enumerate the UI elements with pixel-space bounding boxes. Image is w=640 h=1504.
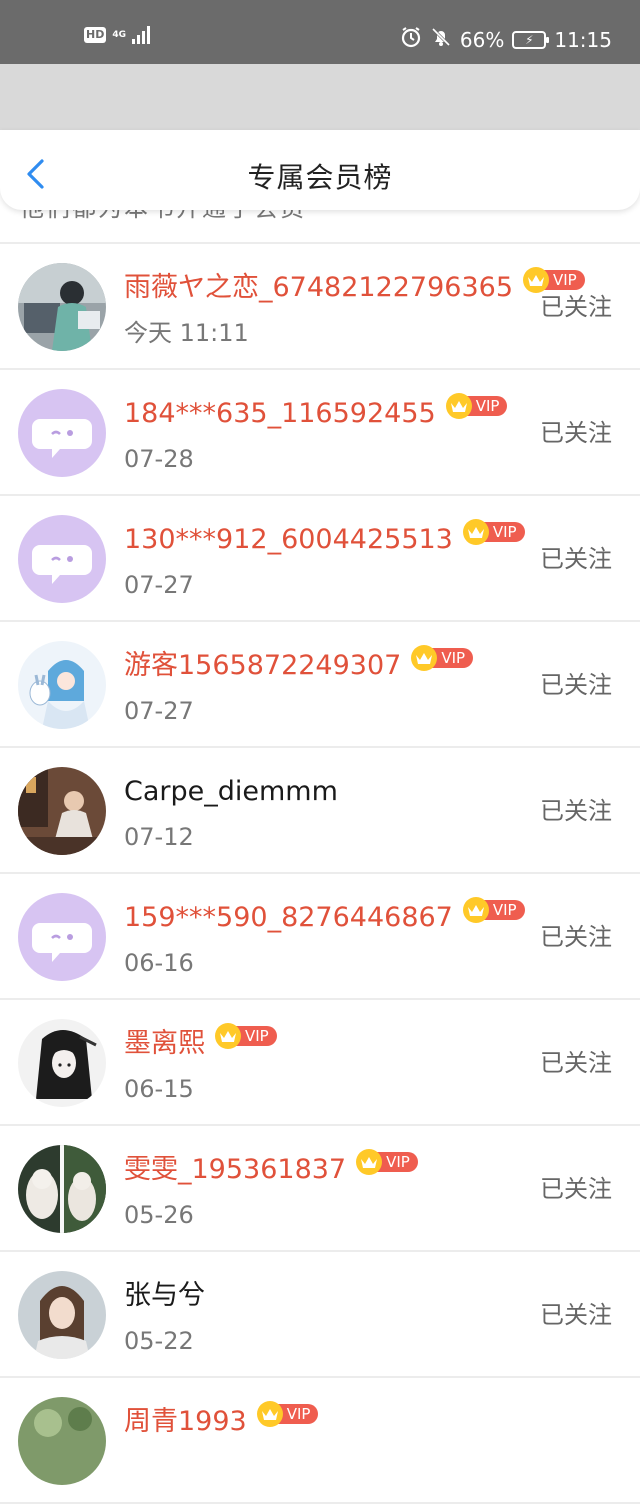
vip-badge: VIP — [462, 519, 525, 545]
member-row[interactable]: 130***912_6004425513 VIP 07-27 已关注 — [0, 496, 640, 622]
vip-badge: VIP — [462, 897, 525, 923]
follow-status-button[interactable]: 已关注 — [540, 670, 612, 700]
crown-icon — [256, 1401, 283, 1427]
follow-status-button[interactable]: 已关注 — [540, 292, 612, 322]
vip-badge: VIP — [523, 267, 585, 293]
vip-badge: VIP — [356, 1149, 418, 1175]
avatar[interactable] — [18, 389, 106, 477]
member-name[interactable]: Carpe_diemmm — [124, 774, 338, 810]
page-header: 专属会员榜 — [0, 130, 640, 210]
avatar[interactable] — [18, 1145, 106, 1233]
name-line: 墨离熙 VIP — [124, 1023, 277, 1062]
member-name[interactable]: 159***590_8276446867 — [124, 900, 453, 936]
network-label: 4G — [112, 29, 126, 40]
member-date: 06-16 — [124, 949, 194, 977]
member-date: 今天 11:11 — [124, 319, 249, 347]
follow-status-button[interactable]: 已关注 — [540, 418, 612, 448]
follow-status-button[interactable]: 已关注 — [540, 1300, 612, 1330]
name-line: Carpe_diemmm — [124, 774, 338, 810]
follow-status-button[interactable]: 已关注 — [540, 544, 612, 574]
vip-badge: VIP — [256, 1401, 319, 1427]
status-left: HD 4G — [84, 26, 150, 44]
member-row[interactable]: 184***635_116592455 VIP 07-28 已关注 — [0, 370, 640, 496]
member-row[interactable]: 雯雯_195361837 VIP 05-26 已关注 — [0, 1126, 640, 1252]
charging-battery-icon: ⚡ — [512, 30, 550, 49]
member-name[interactable]: 游客1565872249307 — [124, 648, 401, 684]
vip-badge: VIP — [411, 645, 474, 671]
crown-icon — [445, 393, 472, 419]
alarm-icon — [400, 26, 422, 53]
member-date: 07-12 — [124, 823, 194, 851]
member-row[interactable]: 墨离熙 VIP 06-15 已关注 — [0, 1000, 640, 1126]
member-name[interactable]: 周青1993 — [124, 1404, 247, 1440]
member-name[interactable]: 雨薇ヤ之恋_67482122796365 — [124, 270, 513, 306]
battery-percent: 66% — [459, 27, 505, 52]
avatar[interactable] — [18, 1019, 106, 1107]
status-bar: HD 4G 66% ⚡ 11:15 — [0, 0, 640, 64]
member-name[interactable]: 雯雯_195361837 — [124, 1152, 346, 1188]
status-right: 66% ⚡ 11:15 — [400, 26, 612, 53]
follow-status-button[interactable]: 已关注 — [540, 796, 612, 826]
member-row[interactable]: 游客1565872249307 VIP 07-27 已关注 — [0, 622, 640, 748]
follow-status-button[interactable]: 已关注 — [540, 1048, 612, 1078]
avatar[interactable] — [18, 641, 106, 729]
member-date: 07-27 — [124, 697, 194, 725]
name-line: 130***912_6004425513 VIP — [124, 519, 525, 558]
avatar[interactable] — [18, 1271, 106, 1359]
signal-bars-icon — [132, 26, 150, 44]
member-row[interactable]: 周青1993 VIP — [0, 1378, 640, 1504]
name-line: 雨薇ヤ之恋_67482122796365 VIP — [124, 267, 585, 306]
avatar[interactable] — [18, 263, 106, 351]
name-line: 雯雯_195361837 VIP — [124, 1149, 418, 1188]
avatar[interactable] — [18, 1397, 106, 1485]
member-name[interactable]: 184***635_116592455 — [124, 396, 436, 432]
crown-icon — [356, 1149, 383, 1175]
avatar[interactable] — [18, 767, 106, 855]
crown-icon — [523, 267, 549, 293]
top-banner-placeholder — [0, 64, 640, 132]
member-date: 05-22 — [124, 1327, 194, 1355]
vip-badge: VIP — [215, 1023, 277, 1049]
crown-icon — [462, 897, 489, 923]
member-row[interactable]: 雨薇ヤ之恋_67482122796365 VIP 今天 11:11 已关注 — [0, 244, 640, 370]
avatar[interactable] — [18, 515, 106, 603]
crown-icon — [215, 1023, 241, 1049]
name-line: 张与兮 — [124, 1278, 205, 1314]
name-line: 159***590_8276446867 VIP — [124, 897, 525, 936]
member-row[interactable]: 张与兮 05-22 已关注 — [0, 1252, 640, 1378]
member-date: 07-27 — [124, 571, 194, 599]
page-title: 专属会员榜 — [247, 161, 393, 194]
follow-status-button[interactable]: 已关注 — [540, 1174, 612, 1204]
follow-status-button[interactable]: 已关注 — [540, 922, 612, 952]
member-date: 06-15 — [124, 1075, 194, 1103]
clock: 11:15 — [554, 27, 612, 52]
name-line: 周青1993 VIP — [124, 1401, 319, 1440]
name-line: 184***635_116592455 VIP — [124, 393, 508, 432]
member-date: 05-26 — [124, 1201, 194, 1229]
member-name[interactable]: 墨离熙 — [124, 1026, 205, 1062]
vip-badge: VIP — [445, 393, 508, 419]
member-date: 07-28 — [124, 445, 194, 473]
crown-icon — [462, 519, 489, 545]
member-name[interactable]: 130***912_6004425513 — [124, 522, 453, 558]
avatar[interactable] — [18, 893, 106, 981]
member-list: 雨薇ヤ之恋_67482122796365 VIP 今天 11:11 已关注 18… — [0, 242, 640, 1504]
member-row[interactable]: Carpe_diemmm 07-12 已关注 — [0, 748, 640, 874]
hd-badge: HD — [84, 27, 107, 43]
mute-bell-icon — [430, 26, 452, 53]
member-name[interactable]: 张与兮 — [124, 1278, 205, 1314]
member-row[interactable]: 159***590_8276446867 VIP 06-16 已关注 — [0, 874, 640, 1000]
name-line: 游客1565872249307 VIP — [124, 645, 474, 684]
